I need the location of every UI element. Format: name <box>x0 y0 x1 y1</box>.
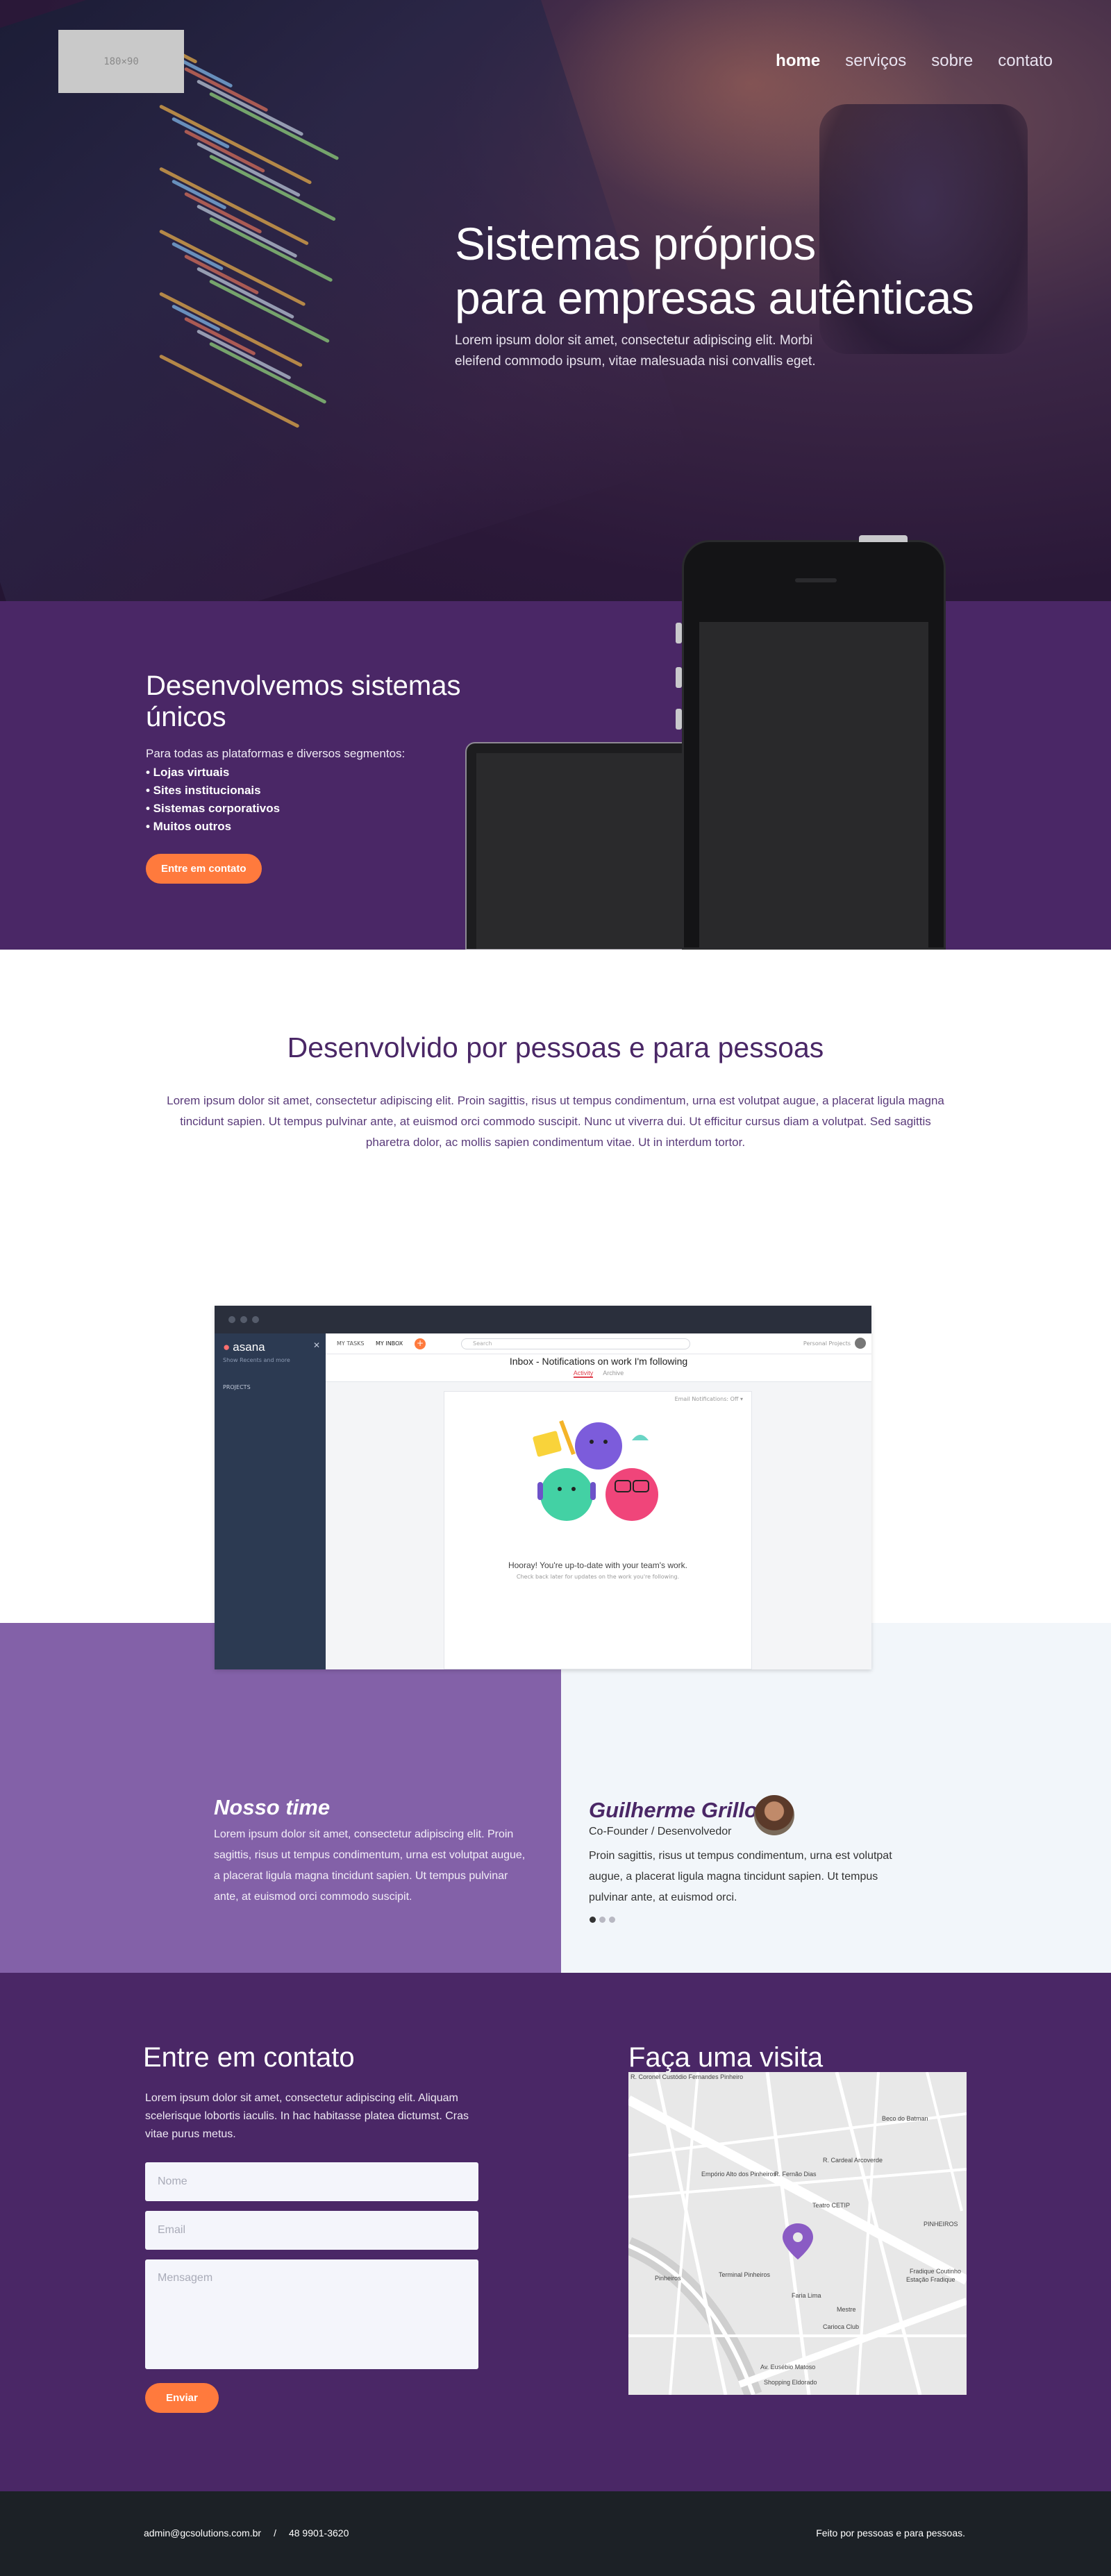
logo-placeholder[interactable]: 180×90 <box>58 30 184 93</box>
map-label: Beco do Batman <box>882 2115 928 2122</box>
window-titlebar <box>215 1306 871 1333</box>
contact-section: Entre em contato Lorem ipsum dolor sit a… <box>0 1973 1111 2491</box>
develop-item: • Sistemas corporativos <box>146 802 281 815</box>
nav-sobre[interactable]: sobre <box>931 51 973 71</box>
hero-title: Sistemas próprios para empresas autêntic… <box>455 218 974 323</box>
hero-subtitle: Lorem ipsum dolor sit amet, consectetur … <box>455 333 816 369</box>
map-label: Av. Eusébio Matoso <box>760 2364 815 2371</box>
logo-text: 180×90 <box>103 56 139 67</box>
pagination-dot[interactable] <box>599 1917 605 1923</box>
asana-dots-icon: ● <box>223 1340 231 1354</box>
pagination-dot[interactable] <box>609 1917 615 1923</box>
develop-item: • Sites institucionais <box>146 784 261 797</box>
testimonial-text: Proin sagittis, risus ut tempus condimen… <box>589 1850 892 1903</box>
footer: admin@gcsolutions.com.br / 48 9901-3620 … <box>0 2491 1111 2576</box>
tab-my-tasks: MY TASKS <box>337 1340 365 1347</box>
team-section: Nosso time Lorem ipsum dolor sit amet, c… <box>0 1774 1111 1973</box>
inbox-card: Email Notifications: Off ▾ Hooray! You'r… <box>444 1391 752 1669</box>
inbox-header: Inbox - Notifications on work I'm follow… <box>326 1354 871 1382</box>
tablet-device-image <box>465 742 701 950</box>
develop-section: Desenvolvemos sistemas únicos Para todas… <box>0 535 1111 950</box>
map-label: R. Coronel Custódio Fernandes Pinheiro <box>630 2073 743 2080</box>
map-label: Estação Fradique <box>906 2276 955 2283</box>
window-dot <box>252 1316 259 1323</box>
map-label: Teatro CETIP <box>812 2202 850 2209</box>
develop-item: • Muitos outros <box>146 820 232 833</box>
inbox-tabs: Activity Archive <box>326 1370 871 1378</box>
map-graphic: Teatro CETIP Terminal Pinheiros Faria Li… <box>628 2072 967 2395</box>
name-field[interactable] <box>145 2162 478 2201</box>
close-icon: ✕ <box>312 1340 320 1350</box>
contact-cta-button[interactable]: Entre em contato <box>146 854 262 884</box>
map-label: PINHEIROS <box>924 2221 958 2228</box>
map-label: Mestre <box>837 2306 856 2313</box>
personal-projects-label: Personal Projects <box>803 1340 851 1347</box>
visit-title: Faça uma visita <box>628 2042 824 2073</box>
projects-label: PROJECTS <box>223 1384 251 1390</box>
email-field[interactable] <box>145 2211 478 2250</box>
hooray-subtext: Check back later for updates on the work… <box>516 1574 680 1580</box>
map-label: Shopping Eldorado <box>764 2379 817 2386</box>
testimonial-avatar <box>754 1795 794 1835</box>
hooray-text: Hooray! You're up-to-date with your team… <box>508 1560 688 1570</box>
location-map[interactable]: Teatro CETIP Terminal Pinheiros Faria Li… <box>628 2072 967 2395</box>
search-field: Search <box>461 1338 690 1349</box>
map-label: R. Fernão Dias <box>774 2171 817 2178</box>
app-screenshot-section: ● asana ✕ Show Recents and more PROJECTS … <box>0 1306 1111 1774</box>
inbox-title: Inbox - Notifications on work I'm follow… <box>509 1356 688 1367</box>
pagination-dot[interactable] <box>590 1917 596 1923</box>
mascots-illustration <box>533 1420 658 1521</box>
develop-content: Desenvolvemos sistemas únicos Para todas… <box>146 671 507 884</box>
develop-item: • Lojas virtuais <box>146 766 230 779</box>
map-label: Faria Lima <box>792 2292 821 2299</box>
app-sidebar: ● asana ✕ Show Recents and more PROJECTS <box>215 1333 326 1669</box>
people-title: Desenvolvido por pessoas e para pessoas <box>287 1032 824 1063</box>
asana-logo: ● asana <box>223 1340 265 1354</box>
sidebar-subtext: Show Recents and more <box>223 1357 290 1363</box>
window-dot <box>228 1316 235 1323</box>
team-title: Nosso time <box>214 1795 331 1819</box>
map-label: R. Cardeal Arcoverde <box>823 2157 883 2164</box>
nav-servicos[interactable]: serviços <box>845 51 906 71</box>
footer-email[interactable]: admin@gcsolutions.com.br <box>144 2527 261 2539</box>
map-label: Fradique Coutinho <box>910 2268 961 2275</box>
main-nav: home serviços sobre contato <box>776 51 1053 71</box>
app-screenshot: ● asana ✕ Show Recents and more PROJECTS … <box>215 1306 871 1669</box>
hero-text: Sistemas próprios para empresas autêntic… <box>455 217 1010 372</box>
app-topbar: MY TASKS MY INBOX + Search Personal Proj… <box>326 1333 871 1354</box>
footer-separator: / <box>274 2527 276 2539</box>
develop-title: Desenvolvemos sistemas únicos <box>146 671 461 732</box>
map-label: Carioca Club <box>823 2323 859 2330</box>
window-dot <box>240 1316 247 1323</box>
contact-title: Entre em contato <box>143 2042 355 2073</box>
nav-home[interactable]: home <box>776 51 820 71</box>
testimonial-role: Co-Founder / Desenvolvedor <box>589 1826 732 1837</box>
add-icon: + <box>415 1338 426 1349</box>
nav-contato[interactable]: contato <box>998 51 1053 71</box>
user-avatar <box>855 1338 866 1349</box>
map-label: Pinheiros <box>655 2275 681 2282</box>
develop-intro: Para todas as plataformas e diversos seg… <box>146 747 406 760</box>
footer-tagline: Feito por pessoas e para pessoas. <box>816 2527 965 2539</box>
testimonial-name: Guilherme Grillo <box>589 1798 758 1822</box>
footer-phone: 48 9901-3620 <box>288 2527 349 2539</box>
tab-my-inbox: MY INBOX <box>376 1340 403 1347</box>
email-notifications-filter: Email Notifications: Off ▾ <box>674 1396 743 1402</box>
phone-device-image <box>676 535 946 950</box>
message-field[interactable] <box>145 2259 478 2369</box>
contact-text: Lorem ipsum dolor sit amet, consectetur … <box>145 2092 469 2140</box>
tab-archive: Archive <box>603 1370 624 1377</box>
map-label: Terminal Pinheiros <box>719 2271 771 2278</box>
team-text: Lorem ipsum dolor sit amet, consectetur … <box>214 1828 526 1903</box>
footer-contact: admin@gcsolutions.com.br / 48 9901-3620 <box>144 2527 349 2539</box>
develop-list: • Lojas virtuais • Sites institucionais … <box>146 764 507 836</box>
tab-activity: Activity <box>573 1370 594 1378</box>
testimonial-pagination <box>590 1917 615 1923</box>
map-label: Empório Alto dos Pinheiros <box>701 2171 777 2178</box>
people-text: Lorem ipsum dolor sit amet, consectetur … <box>167 1094 944 1149</box>
hero-section: 180×90 home serviços sobre contato Siste… <box>0 0 1111 601</box>
send-button[interactable]: Enviar <box>145 2383 219 2413</box>
